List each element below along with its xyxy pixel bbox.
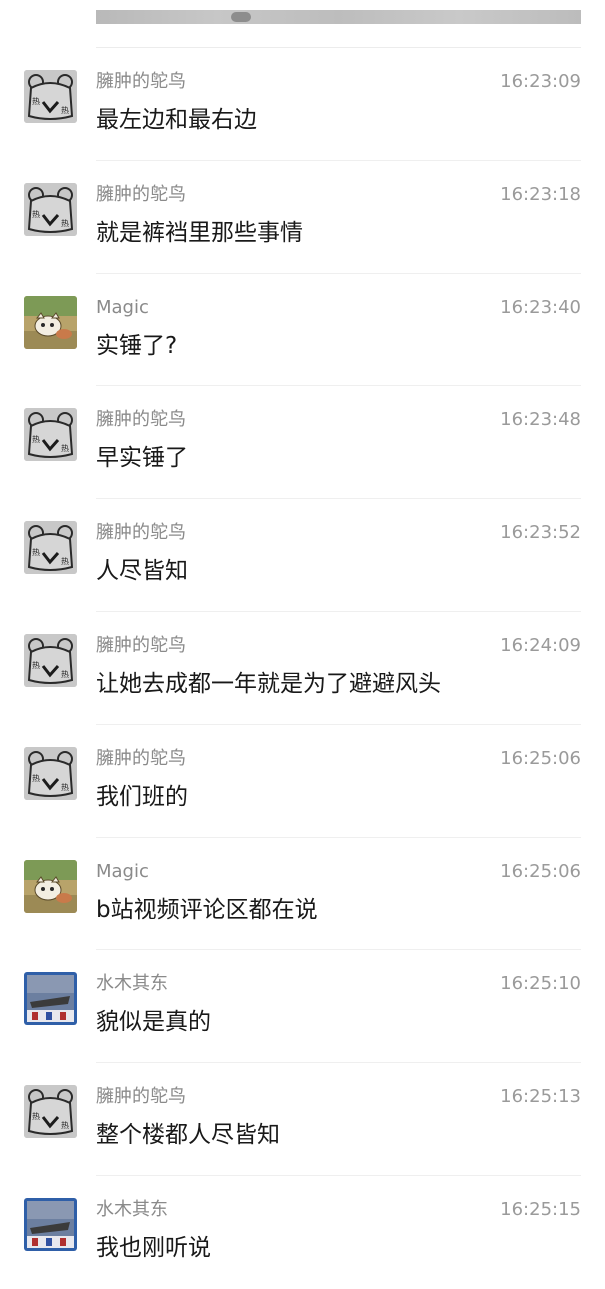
message-timestamp: 16:24:09 <box>500 634 581 656</box>
svg-text:热: 热 <box>32 547 40 557</box>
message-row[interactable]: 热 热 臃肿的鸵鸟 16:23:48 早实锤了 <box>0 386 605 499</box>
message-timestamp: 16:23:48 <box>500 409 581 431</box>
bear-sticker-avatar[interactable]: 热 热 <box>24 633 77 687</box>
bear-sticker-avatar[interactable]: 热 热 <box>24 408 77 462</box>
anime-cat-avatar[interactable] <box>24 859 77 913</box>
bear-sticker-avatar[interactable]: 热 热 <box>24 521 77 575</box>
sender-name[interactable]: 臃肿的鸵鸟 <box>96 184 186 206</box>
bear-sticker-avatar[interactable]: 热 热 <box>24 182 77 236</box>
previous-image-message[interactable] <box>96 10 581 24</box>
ship-photo-avatar[interactable] <box>24 972 77 1026</box>
message-text[interactable]: 貌似是真的 <box>96 1007 211 1037</box>
message-text[interactable]: 实锤了? <box>96 331 177 361</box>
svg-text:热: 热 <box>32 1111 40 1121</box>
message-row[interactable]: 热 热 臃肿的鸵鸟 16:25:13 整个楼都人尽皆知 <box>0 1063 605 1176</box>
sender-name[interactable]: Magic <box>96 297 149 319</box>
message-row[interactable]: Magic 16:25:06 b站视频评论区都在说 <box>0 838 605 951</box>
bear-sticker-avatar[interactable]: 热 热 <box>24 1085 77 1139</box>
svg-text:热: 热 <box>61 218 69 228</box>
svg-text:热: 热 <box>61 782 69 792</box>
message-text[interactable]: 让她去成都一年就是为了避避风头 <box>96 669 441 699</box>
message-row[interactable]: 热 热 臃肿的鸵鸟 16:23:18 就是裤裆里那些事情 <box>0 161 605 274</box>
message-row[interactable]: 热 热 臃肿的鸵鸟 16:23:52 人尽皆知 <box>0 499 605 612</box>
message-row[interactable]: Magic 16:23:40 实锤了? <box>0 274 605 387</box>
svg-text:热: 热 <box>61 443 69 453</box>
image-detail <box>231 12 251 22</box>
message-row[interactable]: 热 热 臃肿的鸵鸟 16:25:06 我们班的 <box>0 725 605 838</box>
message-row[interactable]: 热 热 臃肿的鸵鸟 16:24:09 让她去成都一年就是为了避避风头 <box>0 612 605 725</box>
svg-text:热: 热 <box>32 660 40 670</box>
anime-cat-avatar[interactable] <box>24 295 77 349</box>
message-text[interactable]: 整个楼都人尽皆知 <box>96 1120 280 1150</box>
message-timestamp: 16:23:40 <box>500 296 581 318</box>
message-row[interactable]: 水木其东 16:25:15 我也刚听说 <box>0 1176 605 1289</box>
sender-name[interactable]: Magic <box>96 861 149 883</box>
message-text[interactable]: b站视频评论区都在说 <box>96 895 318 925</box>
svg-text:热: 热 <box>61 556 69 566</box>
message-text[interactable]: 我也刚听说 <box>96 1233 211 1263</box>
message-text[interactable]: 人尽皆知 <box>96 556 188 586</box>
bear-sticker-avatar[interactable]: 热 热 <box>24 70 77 123</box>
svg-text:热: 热 <box>32 209 40 219</box>
sender-name[interactable]: 水木其东 <box>96 973 168 995</box>
message-timestamp: 16:23:52 <box>500 522 581 544</box>
sender-name[interactable]: 水木其东 <box>96 1199 168 1221</box>
sender-name[interactable]: 臃肿的鸵鸟 <box>96 748 186 770</box>
bear-sticker-avatar[interactable]: 热 热 <box>24 746 77 800</box>
message-text[interactable]: 早实锤了 <box>96 443 188 473</box>
message-text[interactable]: 我们班的 <box>96 782 188 812</box>
svg-text:热: 热 <box>61 105 69 115</box>
sender-name[interactable]: 臃肿的鸵鸟 <box>96 522 186 544</box>
svg-text:热: 热 <box>61 1120 69 1130</box>
sender-name[interactable]: 臃肿的鸵鸟 <box>96 1086 186 1108</box>
message-timestamp: 16:25:06 <box>500 860 581 882</box>
message-timestamp: 16:23:09 <box>500 71 581 92</box>
message-timestamp: 16:25:10 <box>500 973 581 995</box>
message-timestamp: 16:25:06 <box>500 747 581 769</box>
message-row[interactable]: 水木其东 16:25:10 貌似是真的 <box>0 950 605 1063</box>
message-timestamp: 16:25:15 <box>500 1198 581 1220</box>
message-row[interactable]: 热 热 臃肿的鸵鸟 16:23:09 最左边和最右边 <box>0 48 605 161</box>
svg-text:热: 热 <box>32 96 40 106</box>
message-text[interactable]: 最左边和最右边 <box>96 105 257 135</box>
sender-name[interactable]: 臃肿的鸵鸟 <box>96 635 186 657</box>
svg-text:热: 热 <box>32 773 40 783</box>
sender-name[interactable]: 臃肿的鸵鸟 <box>96 71 186 93</box>
ship-photo-avatar[interactable] <box>24 1197 77 1251</box>
message-timestamp: 16:23:18 <box>500 183 581 205</box>
svg-text:热: 热 <box>61 669 69 679</box>
message-timestamp: 16:25:13 <box>500 1086 581 1108</box>
message-text[interactable]: 就是裤裆里那些事情 <box>96 218 303 248</box>
svg-text:热: 热 <box>32 434 40 444</box>
chat-message-list: 热 热 臃肿的鸵鸟 16:23:09 最左边和最右边 热 热 臃肿的鸵鸟 16:23:… <box>0 48 605 1289</box>
sender-name[interactable]: 臃肿的鸵鸟 <box>96 409 186 431</box>
